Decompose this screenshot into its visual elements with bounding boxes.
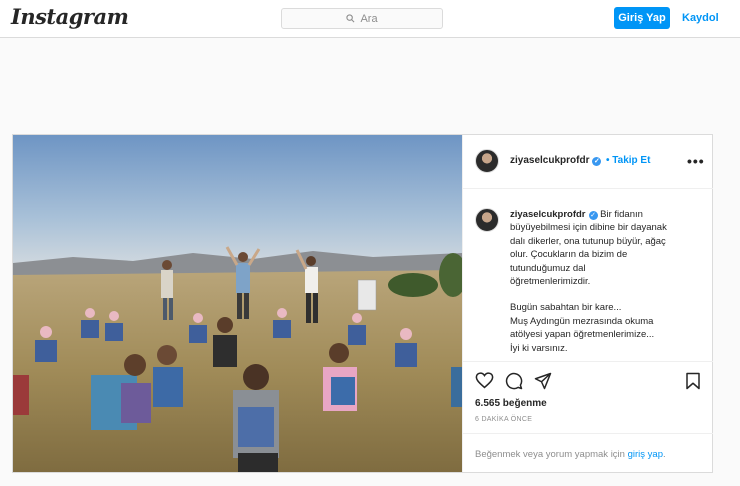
search-icon: [346, 14, 355, 23]
verified-badge-icon: ✓: [592, 157, 602, 166]
caption-line: büyüyebilmesi için dibine bir dayanak: [510, 222, 667, 234]
caption-text: ziyaselcukprofdr ✓ Bir fidanın büyüyebilm…: [510, 208, 700, 355]
caption-username[interactable]: ziyaselcukprofdr: [510, 209, 586, 220]
heart-icon[interactable]: [475, 372, 494, 389]
caption-line: İyi ki varsınız.: [510, 342, 568, 354]
caption-line: dalı dikerler, ona tutunup büyür, ağaç: [510, 235, 666, 247]
post-username[interactable]: ziyaselcukprofdr ✓: [510, 155, 602, 166]
verified-badge-icon: ✓: [588, 211, 598, 220]
caption-line: tutunduğumuz dal: [510, 262, 586, 274]
post-sidebar: ziyaselcukprofdr ✓ • Takip Et ••• ziyasel…: [462, 135, 713, 472]
post-timestamp: 6 DAKİKA ÖNCE: [475, 416, 533, 423]
comment-prompt-suffix: .: [662, 449, 666, 460]
post-caption: ziyaselcukprofdr ✓ Bir fidanın büyüyebilm…: [463, 190, 713, 361]
caption-line: Bugün sabahtan bir kare...: [510, 302, 622, 314]
comment-prompt-text: Beğenmek veya yorum yapmak için: [475, 449, 625, 460]
avatar[interactable]: [475, 149, 499, 173]
post-photo[interactable]: [13, 135, 462, 472]
instagram-logo[interactable]: Instagram: [11, 4, 129, 29]
login-link[interactable]: giriş yap: [628, 449, 663, 460]
caption-line: Bir fidanın: [600, 209, 643, 220]
caption-line: Muş Aydıngün mezrasında okuma: [510, 315, 654, 327]
post-card: ziyaselcukprofdr ✓ • Takip Et ••• ziyasel…: [12, 134, 713, 473]
caption-line: atölyesi yapan öğretmenlerimize...: [510, 329, 655, 341]
comment-login-prompt: Beğenmek veya yorum yapmak için giriş ya…: [463, 433, 713, 473]
signup-link[interactable]: Kaydol: [682, 12, 719, 24]
bookmark-icon[interactable]: [685, 372, 701, 390]
likes-count[interactable]: 6.565 beğenme: [475, 398, 547, 409]
comment-icon[interactable]: [505, 372, 523, 390]
share-icon[interactable]: [534, 372, 552, 390]
login-button[interactable]: Giriş Yap: [614, 7, 670, 29]
caption-line: öğretmenlerimizdir.: [510, 276, 591, 288]
avatar[interactable]: [475, 208, 499, 232]
caption-line: [510, 288, 700, 301]
more-options-icon[interactable]: •••: [687, 153, 705, 169]
search-placeholder: Ara: [360, 12, 378, 25]
search-input[interactable]: Ara: [281, 8, 443, 29]
follow-button[interactable]: • Takip Et: [606, 155, 650, 166]
post-header: ziyaselcukprofdr ✓ • Takip Et •••: [463, 135, 713, 189]
caption-line: olur. Çocukların da bizim de: [510, 249, 628, 261]
post-actions: 6.565 beğenme 6 DAKİKA ÖNCE Beğenmek vey…: [463, 361, 713, 472]
top-navigation-bar: Instagram Ara Giriş Yap Kaydol: [0, 0, 740, 38]
